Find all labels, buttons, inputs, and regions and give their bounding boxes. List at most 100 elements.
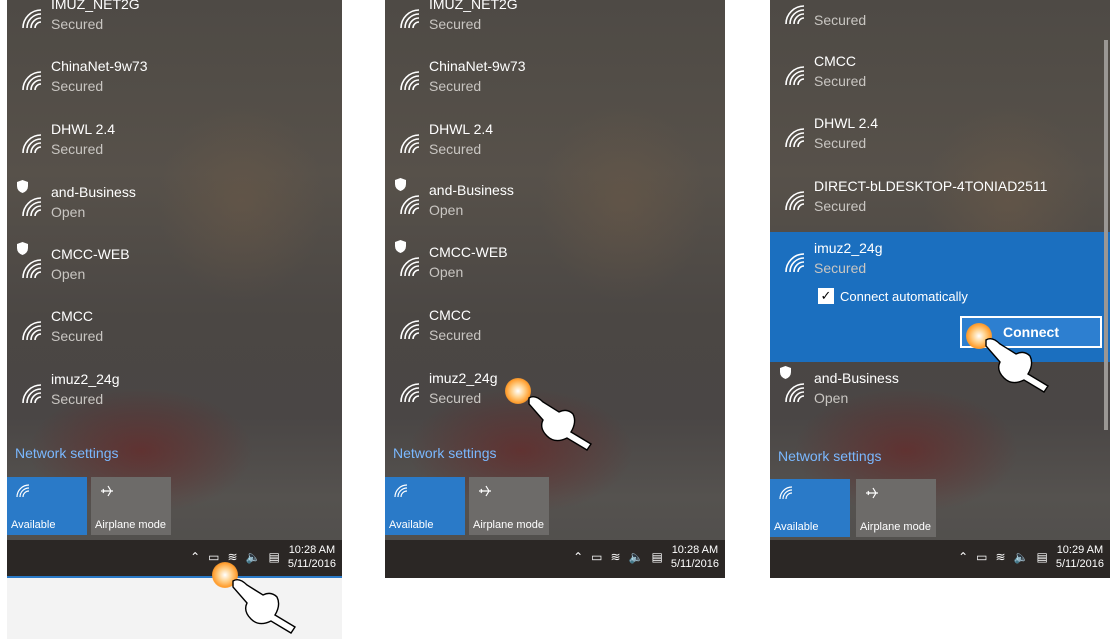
volume-icon[interactable]: 🔈 <box>246 550 261 564</box>
wifi-icon <box>22 197 42 217</box>
chevron-up-icon[interactable]: ⌃ <box>573 550 583 564</box>
wifi-icon <box>785 128 805 148</box>
wifi-icon[interactable]: ≋ <box>611 550 621 564</box>
airplane-mode-tile[interactable]: Airplane mode <box>856 479 936 537</box>
network-status: Open <box>814 390 849 406</box>
wifi-toggle-tile[interactable]: Available <box>770 479 850 537</box>
network-name: and-Business <box>51 184 136 200</box>
wifi-icon <box>785 66 805 86</box>
airplane-mode-tile[interactable]: Airplane mode <box>91 477 171 535</box>
network-status: Secured <box>814 198 867 214</box>
tile-label: Available <box>774 521 819 533</box>
tile-label: Airplane mode <box>860 521 931 533</box>
network-status: Secured <box>429 141 482 157</box>
network-status: Secured <box>429 78 482 94</box>
action-center-icon[interactable]: ▤ <box>1037 550 1048 564</box>
network-item-and-business[interactable]: and-Business Open <box>7 176 342 238</box>
battery-icon[interactable]: ▭ <box>208 550 219 564</box>
network-name: CMCC <box>814 53 856 69</box>
pointing-hand-icon <box>528 395 592 451</box>
network-item-cmcc-web[interactable]: CMCC-WEB Open <box>385 236 725 298</box>
network-name: ChinaNet-9w73 <box>429 58 526 74</box>
network-item-dhwl[interactable]: DHWL 2.4 Secured <box>7 113 342 175</box>
network-item-chinanet[interactable]: ChinaNet-9w73 Secured <box>385 50 725 112</box>
network-item-and-business[interactable]: and-Business Open <box>770 362 1110 424</box>
network-name: DHWL 2.4 <box>51 121 116 137</box>
clock-time: 10:29 AM <box>1056 544 1104 556</box>
network-item-imuz-net2g[interactable]: IMUZ_NET2G Secured <box>7 0 342 50</box>
network-item-chinanet[interactable]: ChinaNet-9w73 Secured <box>7 50 342 112</box>
network-item-imuz2-24g-selected[interactable]: imuz2_24g Secured ✓ Connect automaticall… <box>770 232 1110 362</box>
scrollbar[interactable] <box>1104 40 1108 430</box>
clock-time: 10:28 AM <box>671 544 719 556</box>
volume-icon[interactable]: 🔈 <box>629 550 644 564</box>
network-item-cmcc-web[interactable]: CMCC-WEB Open <box>7 238 342 300</box>
network-item-imuz2-24g[interactable]: imuz2_24g Secured <box>7 363 342 425</box>
shield-icon <box>17 242 28 255</box>
network-status: Secured <box>814 73 867 89</box>
tile-label: Available <box>389 519 434 531</box>
network-settings-link[interactable]: Network settings <box>778 448 881 464</box>
network-item-direct-desktop[interactable]: DIRECT-bLDESKTOP-4TONIAD2511 Secured <box>770 170 1110 232</box>
network-item-cmcc[interactable]: CMCC Secured <box>7 300 342 362</box>
network-status: Secured <box>814 135 867 151</box>
wifi-icon <box>779 486 793 500</box>
wifi-icon <box>22 134 42 154</box>
network-status: Secured <box>51 78 104 94</box>
network-name: CMCC-WEB <box>51 246 130 262</box>
network-status: Secured <box>51 16 104 32</box>
airplane-icon <box>866 487 878 499</box>
chevron-up-icon[interactable]: ⌃ <box>190 550 200 564</box>
network-name: imuz2_24g <box>51 371 120 387</box>
wifi-icon <box>400 320 420 340</box>
network-item-dhwl[interactable]: DHWL 2.4 Secured <box>770 107 1110 169</box>
airplane-icon <box>479 485 491 497</box>
wifi-flyout-step-1: IMUZ_NET2G Secured ChinaNet-9w73 Secured… <box>7 0 342 639</box>
clock[interactable]: 10:28 AM 5/11/2016 <box>671 543 719 571</box>
battery-icon[interactable]: ▭ <box>591 550 602 564</box>
wifi-icon[interactable]: ≋ <box>996 550 1006 564</box>
network-settings-link[interactable]: Network settings <box>15 445 118 461</box>
network-status: Secured <box>51 141 104 157</box>
wifi-toggle-tile[interactable]: Available <box>385 477 465 535</box>
network-name: ChinaNet-9w73 <box>51 58 148 74</box>
connect-automatically-row[interactable]: ✓ Connect automatically <box>818 288 968 304</box>
chevron-up-icon[interactable]: ⌃ <box>958 550 968 564</box>
wifi-icon <box>394 484 408 498</box>
network-item-cmcc[interactable]: CMCC Secured <box>385 299 725 361</box>
network-status: Secured <box>429 390 482 406</box>
network-status: Secured <box>51 328 104 344</box>
airplane-mode-tile[interactable]: Airplane mode <box>469 477 549 535</box>
taskbar: ⌃ ▭ ≋ 🔈 ▤ 10:29 AM 5/11/2016 <box>770 540 1110 578</box>
connect-automatically-checkbox[interactable]: ✓ <box>818 288 834 304</box>
network-name: IMUZ_NET2G <box>51 0 140 12</box>
network-status: Secured <box>51 391 104 407</box>
wifi-toggle-tile[interactable]: Available <box>7 477 87 535</box>
network-name: CMCC <box>51 308 93 324</box>
network-item-dhwl[interactable]: DHWL 2.4 Secured <box>385 113 725 175</box>
network-status: Open <box>429 264 464 280</box>
clock[interactable]: 10:29 AM 5/11/2016 <box>1056 543 1104 571</box>
network-status: Open <box>429 202 464 218</box>
battery-icon[interactable]: ▭ <box>976 550 987 564</box>
action-center-icon[interactable]: ▤ <box>269 550 280 564</box>
network-item-partial[interactable]: Secured <box>770 0 1110 46</box>
action-center-icon[interactable]: ▤ <box>652 550 663 564</box>
network-item-and-business[interactable]: and-Business Open <box>385 174 725 236</box>
clock-date: 5/11/2016 <box>1055 558 1104 570</box>
wifi-icon <box>22 384 42 404</box>
network-status: Secured <box>814 260 867 276</box>
clock-date: 5/11/2016 <box>670 558 719 570</box>
network-item-cmcc[interactable]: CMCC Secured <box>770 45 1110 107</box>
network-name: DHWL 2.4 <box>814 115 879 131</box>
volume-icon[interactable]: 🔈 <box>1014 550 1029 564</box>
network-name: CMCC <box>429 307 471 323</box>
network-name: DIRECT-bLDESKTOP-4TONIAD2511 <box>814 178 1048 194</box>
network-status: Open <box>51 204 86 220</box>
network-item-imuz-net2g[interactable]: IMUZ_NET2G Secured <box>385 0 725 50</box>
network-status: Secured <box>429 327 482 343</box>
network-settings-link[interactable]: Network settings <box>393 445 496 461</box>
clock[interactable]: 10:28 AM 5/11/2016 <box>288 543 336 571</box>
wifi-icon <box>22 9 42 29</box>
step-number: 1 <box>263 600 272 617</box>
